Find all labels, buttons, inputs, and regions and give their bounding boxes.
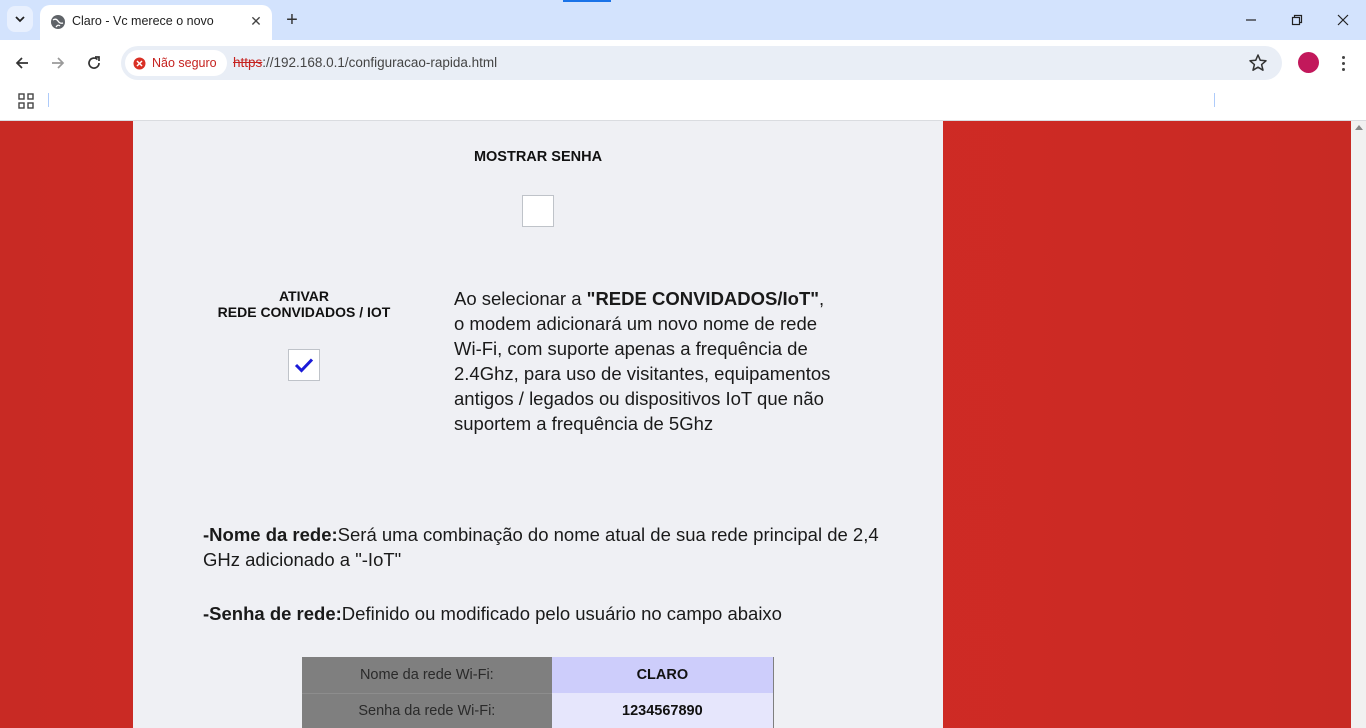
bookmarks-divider (48, 93, 49, 107)
guest-desc-highlight: "REDE CONVIDADOS/IoT" (586, 288, 820, 309)
wifi-name-value: CLARO (551, 657, 774, 693)
table-row: Nome da rede Wi-Fi: CLARO (302, 657, 774, 694)
wifi-name-key: Nome da rede Wi-Fi: (302, 657, 552, 694)
apps-grid-icon[interactable] (18, 93, 34, 109)
url-text[interactable]: https://192.168.0.1/configuracao-rapida.… (233, 55, 497, 70)
globe-icon (51, 15, 65, 29)
back-button[interactable] (9, 50, 35, 76)
wifi-password-key: Senha da rede Wi-Fi: (302, 693, 552, 728)
forward-button[interactable] (45, 50, 71, 76)
reload-icon (88, 56, 100, 69)
chevron-down-icon (15, 16, 25, 23)
network-name-label: -Nome da rede: (203, 524, 338, 545)
bookmarks-divider (1214, 93, 1215, 107)
wifi-info-table: Nome da rede Wi-Fi: CLARO Senha da rede … (302, 657, 774, 728)
profile-avatar[interactable] (1298, 52, 1319, 73)
guest-network-label: ATIVAR REDE CONVIDADOS / IOT (193, 288, 415, 320)
restore-icon (1291, 14, 1303, 26)
address-bar[interactable]: Não seguro https://192.168.0.1/configura… (121, 46, 1282, 80)
table-row: Senha da rede Wi-Fi: 1234567890 (302, 693, 774, 728)
checkmark-icon (294, 358, 314, 373)
tab-close-icon[interactable]: ✕ (246, 11, 266, 31)
bookmarks-bar (0, 86, 1366, 121)
config-panel: MOSTRAR SENHA ATIVAR REDE CONVIDADOS / I… (133, 121, 943, 728)
network-password-info: -Senha de rede:Definido ou modificado pe… (203, 601, 903, 626)
page-scrollbar[interactable] (1351, 121, 1366, 728)
network-password-text: Definido ou modificado pelo usuário no c… (341, 603, 782, 624)
close-window-button[interactable] (1320, 0, 1366, 40)
guest-desc-suffix: , o modem adicionará um novo nome de red… (454, 288, 831, 434)
tab-title: Claro - Vc merece o novo (72, 14, 214, 28)
guest-label-line2: REDE CONVIDADOS / IOT (217, 304, 391, 320)
url-path: ://192.168.0.1/configuracao-rapida.html (262, 55, 498, 70)
guest-network-description: Ao selecionar a "REDE CONVIDADOS/IoT", o… (454, 286, 834, 436)
tab-search-button[interactable] (7, 6, 33, 32)
bookmark-star-icon[interactable] (1248, 53, 1268, 73)
warning-icon (133, 57, 146, 69)
restore-button[interactable] (1274, 0, 1320, 40)
scroll-up-icon[interactable] (1355, 125, 1363, 130)
tab-strip-indicator (563, 0, 611, 2)
new-tab-button[interactable]: + (280, 8, 304, 32)
arrow-left-icon (15, 57, 28, 69)
browser-toolbar: Não seguro https://192.168.0.1/configura… (0, 40, 1366, 86)
arrow-right-icon (52, 57, 65, 69)
guest-label-line1: ATIVAR (278, 288, 330, 304)
show-password-checkbox[interactable] (522, 195, 554, 227)
browser-menu-button[interactable] (1333, 52, 1353, 74)
security-chip[interactable]: Não seguro (125, 50, 227, 76)
url-scheme: https (233, 55, 263, 70)
browser-tab-active[interactable]: Claro - Vc merece o novo ✕ (40, 5, 272, 40)
tab-strip: Claro - Vc merece o novo ✕ + (0, 0, 1366, 40)
minimize-button[interactable] (1228, 0, 1274, 40)
guest-desc-prefix: Ao selecionar a (454, 288, 587, 309)
show-password-label: MOSTRAR SENHA (473, 149, 603, 165)
wifi-password-value: 1234567890 (551, 693, 774, 728)
guest-network-checkbox[interactable] (288, 349, 320, 381)
reload-button[interactable] (81, 50, 107, 76)
network-password-label: -Senha de rede: (203, 603, 342, 624)
minimize-icon (1246, 19, 1256, 21)
security-chip-label: Não seguro (152, 56, 217, 70)
close-icon (1337, 14, 1349, 26)
page-background: MOSTRAR SENHA ATIVAR REDE CONVIDADOS / I… (0, 121, 1366, 728)
network-name-info: -Nome da rede:Será uma combinação do nom… (203, 522, 883, 572)
